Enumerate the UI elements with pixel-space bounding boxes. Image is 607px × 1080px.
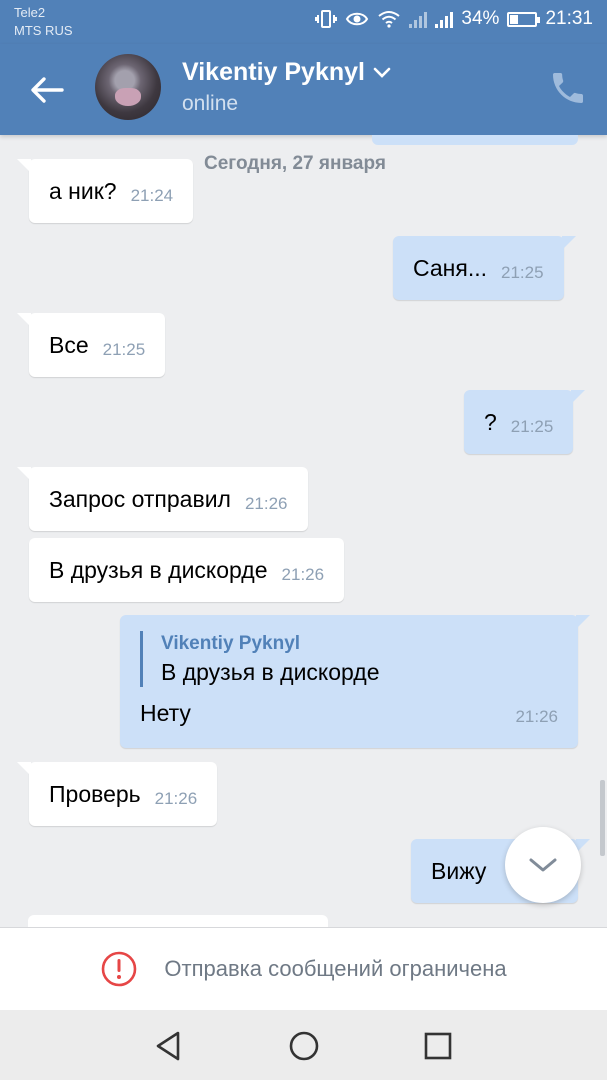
message-text: Все xyxy=(49,331,89,358)
message-list[interactable]: Сегодня, 27 января а ник? 21:24 Саня... … xyxy=(0,135,607,927)
message-text: ? xyxy=(484,408,497,435)
nav-home-button[interactable] xyxy=(282,1024,326,1068)
system-navigation-bar xyxy=(0,1010,607,1080)
message-time: 21:25 xyxy=(501,263,544,282)
message-bubble-outgoing[interactable]: Саня... 21:25 xyxy=(393,236,576,300)
message-time: 21:26 xyxy=(154,789,198,808)
message-bubble-partial xyxy=(372,135,578,145)
messaging-restricted-banner: Отправка сообщений ограничена xyxy=(0,927,607,1010)
chevron-down-icon xyxy=(529,858,557,872)
message-bubble-incoming[interactable]: а ник? 21:24 xyxy=(16,159,194,223)
date-separator: Сегодня, 27 января xyxy=(190,149,400,179)
message-text: Проверь xyxy=(49,780,141,807)
battery-icon xyxy=(507,11,541,27)
message-text: Вижу xyxy=(431,857,487,884)
message-time: 21:24 xyxy=(130,186,174,205)
message-time: 21:25 xyxy=(102,340,146,359)
reply-author: Vikentiy Pyknyl xyxy=(161,633,301,654)
avatar[interactable] xyxy=(95,54,161,120)
call-button[interactable] xyxy=(548,68,588,108)
message-time: 21:26 xyxy=(515,707,558,726)
signal-sim1-icon xyxy=(409,10,428,28)
contact-name[interactable]: Vikentiy Pyknyl xyxy=(182,58,365,87)
nav-back-button[interactable] xyxy=(146,1024,190,1068)
scrollbar[interactable] xyxy=(600,780,605,856)
chat-header: Vikentiy Pyknyl online xyxy=(0,44,607,135)
message-time: 21:26 xyxy=(244,494,288,513)
arrow-left-icon xyxy=(31,77,64,103)
restriction-text: Отправка сообщений ограничена xyxy=(164,956,507,981)
phone-icon xyxy=(553,73,583,103)
circle-home-icon xyxy=(289,1031,319,1061)
message-time: 21:26 xyxy=(281,565,325,584)
scroll-down-button[interactable] xyxy=(505,827,581,903)
message-bubble-incoming[interactable]: Проверь 21:26 xyxy=(16,762,218,826)
reply-body: Нету 21:26 xyxy=(140,697,558,727)
clock: 21:31 xyxy=(545,8,593,29)
status-icons: 34% 21:31 xyxy=(315,8,593,30)
message-bubble-partial xyxy=(28,915,328,927)
contact-status: online xyxy=(182,92,239,115)
message-text: а ник? xyxy=(49,177,117,204)
message-bubble-incoming[interactable]: В друзья в дискорде 21:26 xyxy=(29,538,345,602)
status-bar: Tele2 MTS RUS 34% 21:31 xyxy=(0,0,607,44)
message-bubble-outgoing-reply[interactable]: Vikentiy Pyknyl В друзья в дискорде Нету… xyxy=(120,615,590,748)
carrier-secondary: MTS RUS xyxy=(14,23,73,38)
reply-quote[interactable]: Vikentiy Pyknyl В друзья в дискорде xyxy=(140,631,558,687)
message-text: Саня... xyxy=(413,254,487,281)
battery-percent: 34% xyxy=(461,8,500,29)
message-bubble-outgoing[interactable]: ? 21:25 xyxy=(464,390,586,454)
nav-recents-button[interactable] xyxy=(416,1024,460,1068)
wifi-icon xyxy=(378,11,401,28)
reply-text: В друзья в дискорде xyxy=(161,659,380,685)
message-bubble-incoming[interactable]: Запрос отправил 21:26 xyxy=(17,467,308,531)
vibrate-icon xyxy=(315,10,338,28)
message-text: Запрос отправил xyxy=(49,485,231,512)
message-time: 21:25 xyxy=(510,417,554,436)
back-button[interactable] xyxy=(22,66,70,114)
alert-circle-icon xyxy=(102,951,137,987)
message-text: В друзья в дискорде xyxy=(49,556,268,583)
carrier-info: Tele2 MTS RUS xyxy=(14,4,73,40)
message-text: Нету xyxy=(140,700,191,726)
eye-icon xyxy=(346,12,369,26)
triangle-back-icon xyxy=(156,1031,180,1061)
signal-sim2-icon xyxy=(435,10,454,28)
square-recents-icon xyxy=(424,1032,452,1060)
message-bubble-incoming[interactable]: Все 21:25 xyxy=(16,313,166,377)
carrier-primary: Tele2 xyxy=(14,5,46,20)
chevron-down-icon[interactable] xyxy=(372,66,392,80)
